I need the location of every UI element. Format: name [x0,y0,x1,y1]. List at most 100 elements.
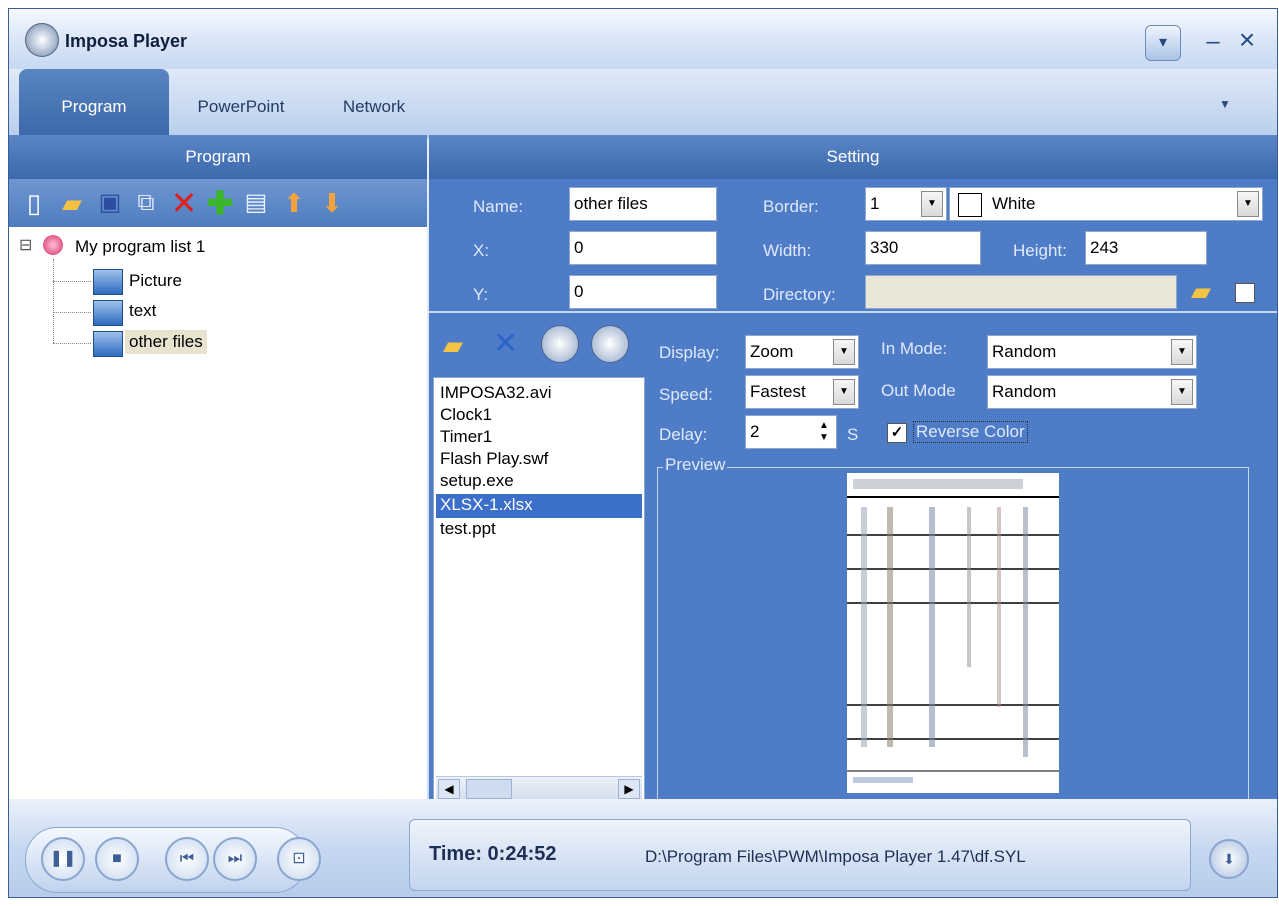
tree-item-other-files[interactable]: other files [125,330,207,354]
in-mode-select[interactable]: Random ▼ [987,335,1197,369]
chevron-down-icon[interactable]: ▼ [833,339,855,365]
tree-expand-icon[interactable]: ⊟ [19,235,32,255]
previous-button[interactable]: ⏮ [165,837,209,881]
tab-powerpoint[interactable]: PowerPoint [171,69,311,139]
list-item[interactable]: setup.exe [440,470,514,492]
tab-overflow-icon[interactable]: ▼ [1215,97,1235,117]
name-label: Name: [473,197,524,216]
copy-icon[interactable]: ⧉ [131,188,161,218]
tree-connector [53,343,91,344]
delay-spinner[interactable]: 2 ▲ ▼ [745,415,837,449]
item-icon [93,331,123,357]
program-tree-panel [9,179,427,799]
scroll-left-icon[interactable]: ◀ [438,779,460,799]
spinner-arrows-icon[interactable]: ▲ ▼ [816,420,832,444]
delete-icon[interactable]: ✕ [169,187,199,219]
new-file-icon[interactable]: ▯ [19,188,49,218]
save-icon[interactable]: ▣ [95,188,125,218]
tree-connector [53,281,91,282]
window-title: Imposa Player [65,31,188,51]
tab-network[interactable]: Network [319,69,429,139]
next-icon: ⏭ [227,850,243,867]
list-item[interactable]: test.ppt [440,518,496,540]
move-up-circle-icon[interactable]: ↑ [591,325,629,363]
move-up-icon[interactable]: ⬆ [279,188,309,218]
tree-connector [53,259,55,343]
chevron-down-icon[interactable]: ▼ [921,191,943,217]
chevron-down-icon: ▾ [1158,34,1168,51]
x-label: X: [473,241,490,260]
item-icon [93,300,123,326]
add-icon[interactable]: ✚ [205,187,235,219]
preview-image [847,473,1059,793]
stop-button[interactable]: ■ [95,837,139,881]
in-mode-label: In Mode: [881,339,948,358]
x-field[interactable]: 0 [569,231,717,265]
list-item[interactable]: Flash Play.swf [440,448,548,470]
directory-checkbox[interactable] [1235,283,1255,303]
add-item-icon[interactable]: ▤ [241,188,271,218]
collapse-button[interactable]: ⬇ [1209,839,1249,879]
spreadsheet-thumbnail [847,479,1059,783]
directory-field[interactable] [865,275,1177,309]
reverse-color-label[interactable]: Reverse Color [913,421,1028,443]
border-select[interactable]: 1 ▼ [865,187,947,221]
y-field[interactable]: 0 [569,275,717,309]
chevron-down-icon[interactable]: ▼ [1171,339,1193,365]
delay-value: 2 [750,422,760,441]
name-field[interactable]: other files [569,187,717,221]
program-list-icon [43,235,63,255]
menu-button[interactable]: ▾ [1145,25,1181,61]
stop-icon: ■ [112,850,122,867]
chevron-down-icon[interactable]: ▼ [1237,191,1259,217]
chevron-down-icon[interactable]: ▼ [833,379,855,405]
height-field[interactable]: 243 [1085,231,1207,265]
lock-button[interactable]: ⊡ [277,837,321,881]
move-down-circle-icon[interactable]: ↓ [541,325,579,363]
horizontal-scrollbar[interactable]: ◀ ▶ [436,776,642,799]
close-button[interactable]: × [1233,23,1261,57]
pause-button[interactable]: ❚❚ [41,837,85,881]
remove-file-icon[interactable]: ✕ [493,327,523,361]
chevron-down-icon[interactable]: ▼ [1171,379,1193,405]
preview-label: Preview [663,455,728,475]
out-mode-label: Out Mode [881,381,956,400]
file-list[interactable]: IMPOSA32.avi Clock1 Timer1 Flash Play.sw… [433,377,645,801]
delay-unit: S [847,425,859,444]
speed-value: Fastest [750,382,806,401]
reverse-color-checkbox[interactable]: ✓ [887,423,907,443]
open-folder-icon[interactable]: ▰ [57,188,87,218]
y-label: Y: [473,285,489,304]
display-select[interactable]: Zoom ▼ [745,335,859,369]
list-item[interactable]: IMPOSA32.avi [440,382,552,404]
pause-icon: ❚❚ [49,850,77,867]
tree-item-picture[interactable]: Picture [129,271,182,291]
in-mode-value: Random [992,342,1057,361]
minimize-button[interactable]: – [1201,25,1225,59]
app-logo-icon [25,23,59,57]
tab-program[interactable]: Program [19,69,169,139]
list-item[interactable]: Timer1 [440,426,492,448]
width-field[interactable]: 330 [865,231,981,265]
tree-item-text[interactable]: text [129,301,156,321]
height-label: Height: [1013,241,1067,260]
scroll-right-icon[interactable]: ▶ [618,779,640,799]
add-file-icon[interactable]: ▰ [443,329,475,361]
move-down-icon[interactable]: ⬇ [317,188,347,218]
scroll-thumb[interactable] [466,779,512,799]
speed-select[interactable]: Fastest ▼ [745,375,859,409]
browse-folder-icon[interactable]: ▰ [1185,275,1217,307]
next-button[interactable]: ⏭ [213,837,257,881]
border-color-select[interactable]: White ▼ [949,187,1263,221]
border-color-value: White [992,194,1036,213]
program-toolbar: ▯ ▰ ▣ ⧉ ✕ ✚ ▤ ⬆ ⬇ [9,179,427,227]
display-label: Display: [659,343,720,362]
list-item-selected[interactable]: XLSX-1.xlsx [440,494,533,516]
collapse-down-icon: ⬇ [1223,851,1235,867]
out-mode-select[interactable]: Random ▼ [987,375,1197,409]
color-swatch [958,193,982,217]
tree-connector [53,312,91,313]
delay-label: Delay: [659,425,708,444]
list-item[interactable]: Clock1 [440,404,492,426]
tree-root-label[interactable]: My program list 1 [75,237,205,257]
